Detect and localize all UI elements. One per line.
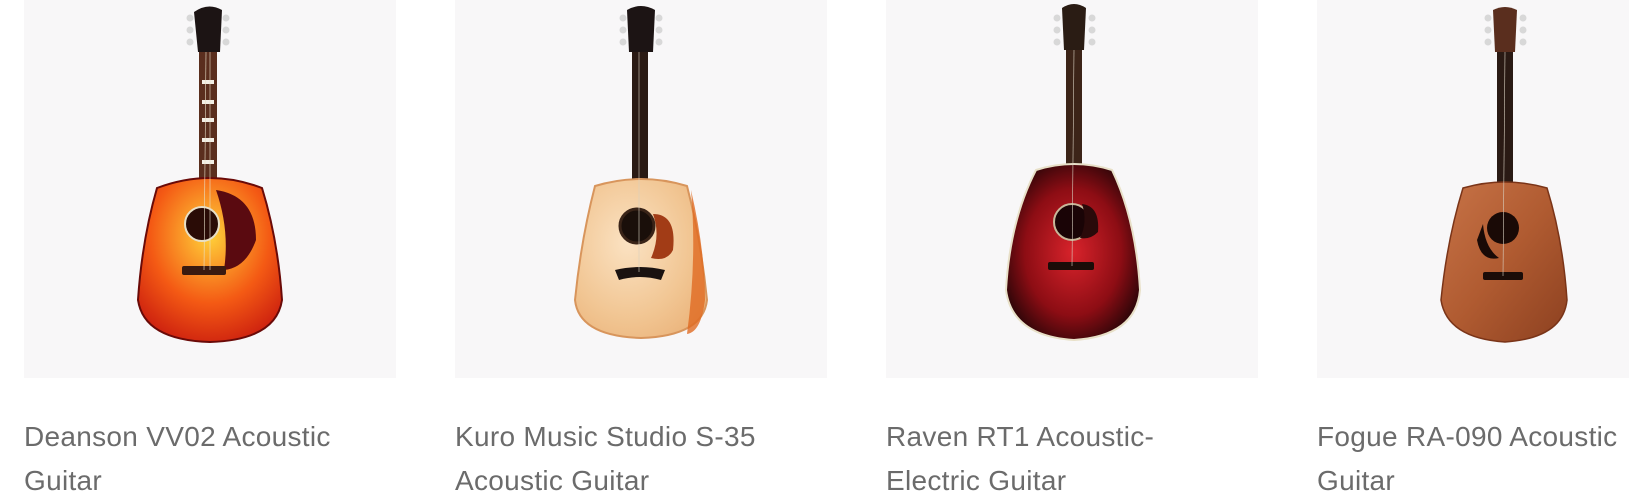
product-image[interactable] <box>886 0 1258 378</box>
product-grid: Deanson VV02 Acoustic Guitar Kuro Music … <box>0 0 1629 496</box>
product-title-line: Guitar <box>1317 465 1396 496</box>
product-image[interactable] <box>455 0 827 378</box>
product-title-line: Fogue RA-090 Acoustic <box>1317 421 1618 452</box>
product-title[interactable]: Raven RT1 Acoustic- Electric Guitar <box>886 415 1246 496</box>
product-card[interactable]: Kuro Music Studio S-35 Acoustic Guitar <box>455 0 827 496</box>
product-title-line: Deanson VV02 Acoustic <box>24 421 331 452</box>
red-burst-slope-shoulder-guitar-image <box>1004 4 1142 342</box>
product-image[interactable] <box>24 0 396 378</box>
product-title[interactable]: Kuro Music Studio S-35 Acoustic Guitar <box>455 415 815 496</box>
product-card[interactable]: Deanson VV02 Acoustic Guitar <box>24 0 396 496</box>
product-title-line: Electric Guitar <box>886 465 1067 496</box>
sunburst-dreadnought-guitar-image <box>136 6 284 344</box>
product-image[interactable] <box>1317 0 1629 378</box>
product-title-line: Raven RT1 Acoustic- <box>886 421 1155 452</box>
product-title[interactable]: Deanson VV02 Acoustic Guitar <box>24 415 384 496</box>
product-title[interactable]: Fogue RA-090 Acoustic Guitar <box>1317 415 1629 496</box>
product-title-line: Acoustic Guitar <box>455 465 650 496</box>
natural-dreadnought-guitar-image <box>573 6 709 340</box>
product-title-line: Guitar <box>24 465 103 496</box>
product-title-line: Kuro Music Studio S-35 <box>455 421 756 452</box>
product-card[interactable]: Raven RT1 Acoustic- Electric Guitar <box>886 0 1258 496</box>
mahogany-dreadnought-guitar-image <box>1440 7 1568 343</box>
product-card[interactable]: Fogue RA-090 Acoustic Guitar <box>1317 0 1629 496</box>
